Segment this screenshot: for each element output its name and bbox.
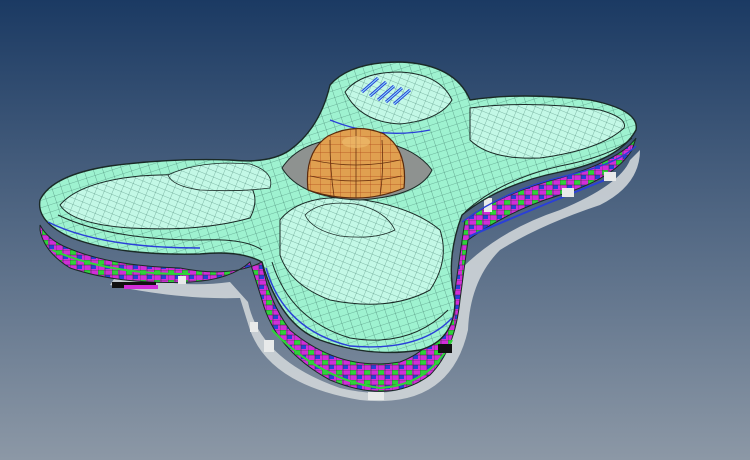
model-render xyxy=(0,0,750,460)
model-viewport[interactable] xyxy=(0,0,750,460)
